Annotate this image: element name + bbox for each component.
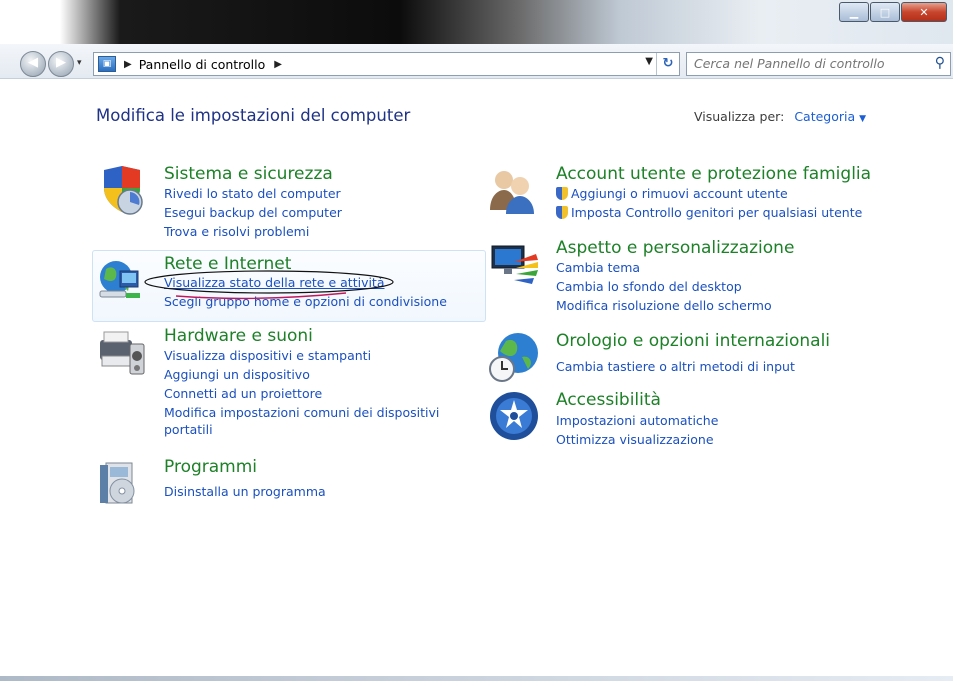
control-panel-icon: ▣ [98, 56, 116, 72]
link-connect-projector[interactable]: Connetti ad un proiettore [164, 386, 322, 401]
hand-drawn-ellipse-annotation [144, 270, 394, 300]
breadcrumb-separator-icon[interactable]: ▶ [124, 59, 132, 70]
link-parental-controls-label[interactable]: Imposta Controllo genitori per qualsiasi… [571, 205, 862, 220]
category-programs: Programmi Disinstalla un programma [96, 457, 486, 517]
category-title[interactable]: Sistema e sicurezza [164, 164, 333, 184]
link-mobility-settings[interactable]: Modifica impostazioni comuni dei disposi… [164, 405, 439, 420]
uac-shield-icon [556, 187, 568, 200]
recent-pages-dropdown[interactable]: ▾ [77, 58, 82, 68]
minimize-button[interactable]: ▁ [839, 2, 869, 22]
link-optimize-display[interactable]: Ottimizza visualizzazione [556, 432, 714, 447]
window-controls: ▁ □ ✕ [838, 2, 947, 22]
view-by-dropdown[interactable]: Categoria [794, 109, 855, 124]
forward-button[interactable]: ▶ [48, 51, 74, 77]
category-appearance: Aspetto e personalizzazione Cambia tema … [488, 238, 888, 318]
back-arrow-icon: ◀ [28, 55, 38, 70]
category-title[interactable]: Programmi [164, 457, 257, 477]
category-network-internet: Rete e Internet Visualizza stato della r… [96, 254, 486, 317]
uac-shield-icon [556, 206, 568, 219]
link-add-remove-accounts[interactable]: Aggiungi o rimuovi account utente [556, 186, 788, 201]
category-title[interactable]: Aspetto e personalizzazione [556, 238, 794, 258]
close-button[interactable]: ✕ [901, 2, 947, 22]
control-panel-content: Modifica le impostazioni del computer Vi… [0, 79, 953, 681]
category-title[interactable]: Orologio e opzioni internazionali [556, 331, 830, 351]
category-user-accounts: Account utente e protezione famiglia Agg… [488, 164, 888, 234]
category-clock-region: Orologio e opzioni internazionali Cambia… [488, 331, 888, 387]
category-hardware-sound: Hardware e suoni Visualizza dispositivi … [96, 326, 486, 446]
link-backup-computer[interactable]: Esegui backup del computer [164, 205, 342, 220]
category-system-security: Sistema e sicurezza Rivedi lo stato del … [96, 164, 486, 244]
search-box[interactable]: ⚲ [686, 52, 951, 76]
category-title[interactable]: Hardware e suoni [164, 326, 313, 346]
page-title: Modifica le impostazioni del computer [96, 106, 411, 125]
link-parental-controls[interactable]: Imposta Controllo genitori per qualsiasi… [556, 205, 862, 220]
link-change-theme[interactable]: Cambia tema [556, 260, 640, 275]
programs-box-icon [100, 462, 135, 504]
link-add-device[interactable]: Aggiungi un dispositivo [164, 367, 310, 382]
breadcrumb-chevron-icon[interactable]: ▶ [274, 59, 282, 70]
view-by: Visualizza per: Categoria ▼ [694, 109, 866, 124]
link-add-remove-accounts-label[interactable]: Aggiungi o rimuovi account utente [571, 186, 788, 201]
link-mobility-settings-cont[interactable]: portatili [164, 422, 213, 437]
monitor-palette-icon [491, 245, 538, 284]
view-by-chevron-icon[interactable]: ▼ [859, 114, 866, 124]
link-automatic-settings[interactable]: Impostazioni automatiche [556, 413, 718, 428]
link-review-computer-status[interactable]: Rivedi lo stato del computer [164, 186, 341, 201]
forward-arrow-icon: ▶ [56, 55, 66, 70]
search-icon[interactable]: ⚲ [935, 55, 945, 71]
title-bar: ▁ □ ✕ [0, 0, 953, 44]
globe-clock-icon [489, 333, 538, 382]
window-bottom-border [0, 676, 953, 681]
breadcrumb-control-panel[interactable]: Pannello di controllo [139, 57, 266, 72]
shield-icon [104, 166, 143, 215]
search-input[interactable] [687, 53, 924, 73]
address-bar[interactable]: ▣ ▶ Pannello di controllo ▶ ▼ ↻ [93, 52, 680, 76]
view-by-label: Visualizza per: [694, 109, 785, 124]
navigation-bar: ◀ ▶ ▾ ▣ ▶ Pannello di controllo ▶ ▼ ↻ ⚲ [0, 44, 953, 79]
link-screen-resolution[interactable]: Modifica risoluzione dello schermo [556, 298, 772, 313]
accessibility-icon [490, 392, 538, 440]
link-keyboards-input[interactable]: Cambia tastiere o altri metodi di input [556, 359, 795, 374]
category-accessibility: Accessibilità Impostazioni automatiche O… [488, 390, 888, 450]
maximize-button[interactable]: □ [870, 2, 900, 22]
link-change-wallpaper[interactable]: Cambia lo sfondo del desktop [556, 279, 742, 294]
network-globe-icon [99, 261, 140, 298]
printer-icon [100, 331, 145, 375]
link-uninstall-program[interactable]: Disinstalla un programma [164, 484, 326, 499]
category-title[interactable]: Account utente e protezione famiglia [556, 164, 871, 184]
category-title[interactable]: Accessibilità [556, 390, 661, 410]
link-troubleshoot[interactable]: Trova e risolvi problemi [164, 224, 309, 239]
back-button[interactable]: ◀ [20, 51, 46, 77]
link-devices-printers[interactable]: Visualizza dispositivi e stampanti [164, 348, 371, 363]
refresh-icon[interactable]: ↻ [656, 53, 679, 75]
users-icon [490, 171, 534, 214]
address-dropdown-icon[interactable]: ▼ [645, 56, 653, 67]
